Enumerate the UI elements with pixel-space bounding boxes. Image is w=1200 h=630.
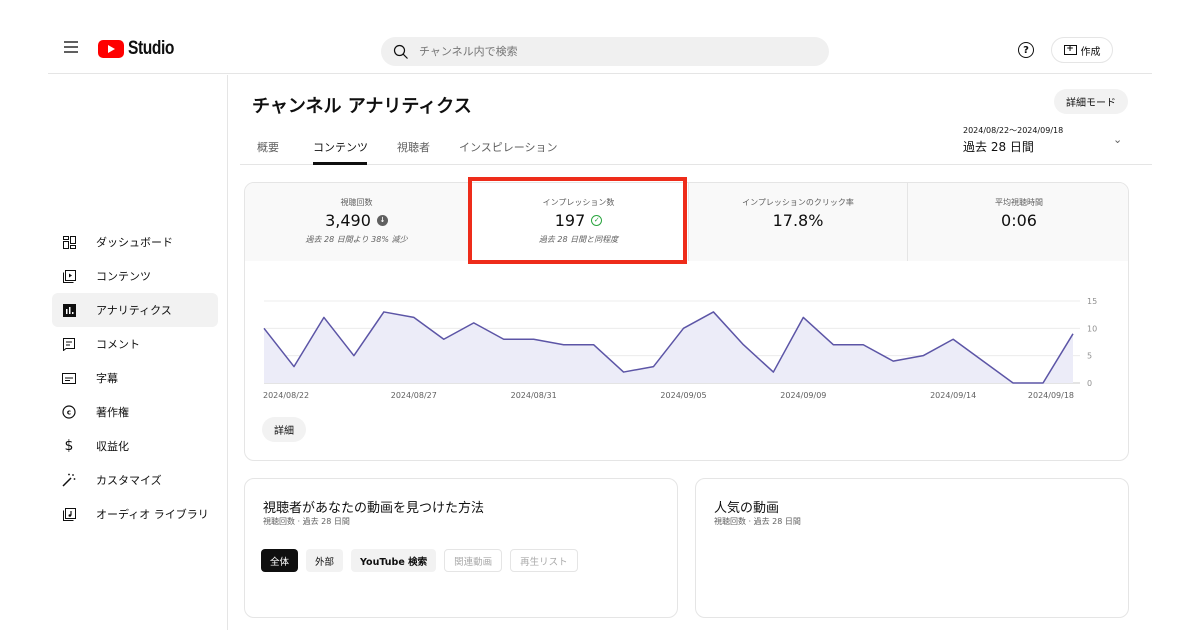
youtube-logo-icon	[98, 40, 124, 58]
date-range-picker[interactable]: 2024/08/22～2024/09/18 過去 28 日間 ⌄	[963, 125, 1123, 155]
y-tick-label: 15	[1087, 297, 1097, 306]
x-tick-label: 2024/09/09	[780, 391, 826, 400]
logo-text: Studio	[128, 38, 175, 59]
tab-content[interactable]: コンテンツ	[313, 139, 368, 155]
chip-related-videos[interactable]: 関連動画	[444, 549, 503, 572]
sidebar-item-label: カスタマイズ	[96, 474, 162, 487]
create-label: 作成	[1080, 46, 1101, 58]
sidebar-item-copyright[interactable]: c 著作権	[52, 395, 218, 429]
help-icon[interactable]: ?	[1018, 42, 1034, 58]
sidebar-item-label: 字幕	[96, 372, 118, 385]
x-tick-label: 2024/08/31	[511, 391, 557, 400]
x-tick-label: 2024/09/05	[660, 391, 706, 400]
y-tick-label: 10	[1087, 324, 1097, 333]
card-title: 視聴者があなたの動画を見つけた方法	[263, 501, 485, 516]
search-icon	[393, 44, 408, 59]
tab-overview[interactable]: 概要	[257, 139, 279, 155]
x-tick-label: 2024/08/22	[263, 391, 309, 400]
magic-wand-icon	[62, 473, 76, 487]
create-video-icon: +	[1063, 45, 1077, 55]
create-button[interactable]: + 作成	[1051, 37, 1113, 63]
x-tick-label: 2024/09/14	[930, 391, 976, 400]
sidebar-item-label: コンテンツ	[96, 270, 151, 283]
subtitles-icon	[62, 371, 76, 385]
sidebar-item-dashboard[interactable]: ダッシュボード	[52, 225, 218, 259]
sidebar-item-label: コメント	[96, 338, 140, 351]
page-title: チャンネル アナリティクス	[252, 96, 472, 117]
y-tick-label: 5	[1087, 352, 1092, 361]
analytics-card: 視聴回数 3,490 ↓ 過去 28 日間より 38% 減少 インプレッション数 …	[244, 182, 1129, 461]
top-bar: Studio ? + 作成	[48, 28, 1152, 74]
chevron-down-icon: ⌄	[1113, 133, 1123, 146]
active-tab-indicator	[313, 162, 367, 165]
sidebar-item-label: アナリティクス	[96, 304, 172, 317]
chip-external[interactable]: 外部	[306, 549, 344, 572]
sidebar: ダッシュボード コンテンツ アナリティクス コメント 字幕 c 著作権 $ 収益…	[48, 75, 228, 630]
audio-library-icon	[62, 507, 76, 521]
sidebar-item-subtitles[interactable]: 字幕	[52, 361, 218, 395]
chip-youtube-search[interactable]: YouTube 検索	[351, 549, 437, 572]
search-bar[interactable]	[381, 37, 829, 66]
y-tick-label: 0	[1087, 379, 1092, 388]
card-subtitle: 視聴回数 · 過去 28 日間	[263, 517, 350, 526]
detail-mode-button[interactable]: 詳細モード	[1054, 89, 1128, 114]
dollar-icon: $	[64, 438, 74, 454]
sidebar-item-analytics[interactable]: アナリティクス	[52, 293, 218, 327]
popular-videos-card: 人気の動画 視聴回数 · 過去 28 日間	[695, 478, 1129, 618]
sidebar-item-audio-library[interactable]: オーディオ ライブラリ	[52, 497, 218, 531]
sidebar-item-monetization[interactable]: $ 収益化	[52, 429, 218, 463]
studio-logo[interactable]: Studio	[98, 38, 184, 60]
x-tick-label: 2024/08/27	[391, 391, 437, 400]
chip-playlists[interactable]: 再生リスト	[510, 549, 578, 572]
content-icon	[62, 269, 76, 283]
sidebar-item-content[interactable]: コンテンツ	[52, 259, 218, 293]
comment-icon	[62, 337, 76, 351]
dashboard-icon	[62, 235, 76, 249]
details-button[interactable]: 詳細	[262, 417, 306, 442]
svg-text:c: c	[67, 409, 71, 417]
filter-chips: 全体 外部 YouTube 検索 関連動画 再生リスト	[261, 549, 578, 572]
card-title: 人気の動画	[714, 501, 780, 516]
copyright-icon: c	[62, 405, 76, 419]
date-range-dates: 2024/08/22～2024/09/18	[963, 126, 1064, 135]
sidebar-item-comments[interactable]: コメント	[52, 327, 218, 361]
sidebar-item-label: 著作権	[96, 406, 129, 419]
menu-icon[interactable]	[64, 41, 78, 53]
traffic-source-card: 視聴者があなたの動画を見つけた方法 視聴回数 · 過去 28 日間 全体 外部 …	[244, 478, 678, 618]
analytics-icon	[62, 303, 76, 317]
impressions-chart: 0 5 10 15 2024/08/22 2024/08/27 2024/08/31 2024…	[263, 297, 1097, 400]
sidebar-item-customize[interactable]: カスタマイズ	[52, 463, 218, 497]
tab-audience[interactable]: 視聴者	[397, 139, 430, 155]
tab-inspiration[interactable]: インスピレーション	[459, 139, 558, 155]
sidebar-item-label: オーディオ ライブラリ	[96, 508, 209, 521]
sidebar-item-label: ダッシュボード	[96, 236, 173, 249]
search-input[interactable]	[419, 45, 799, 58]
card-subtitle: 視聴回数 · 過去 28 日間	[714, 517, 801, 526]
x-tick-label: 2024/09/18	[1028, 391, 1074, 400]
date-range-label: 過去 28 日間	[963, 140, 1034, 154]
chip-all[interactable]: 全体	[261, 549, 299, 572]
sidebar-item-label: 収益化	[96, 440, 129, 453]
